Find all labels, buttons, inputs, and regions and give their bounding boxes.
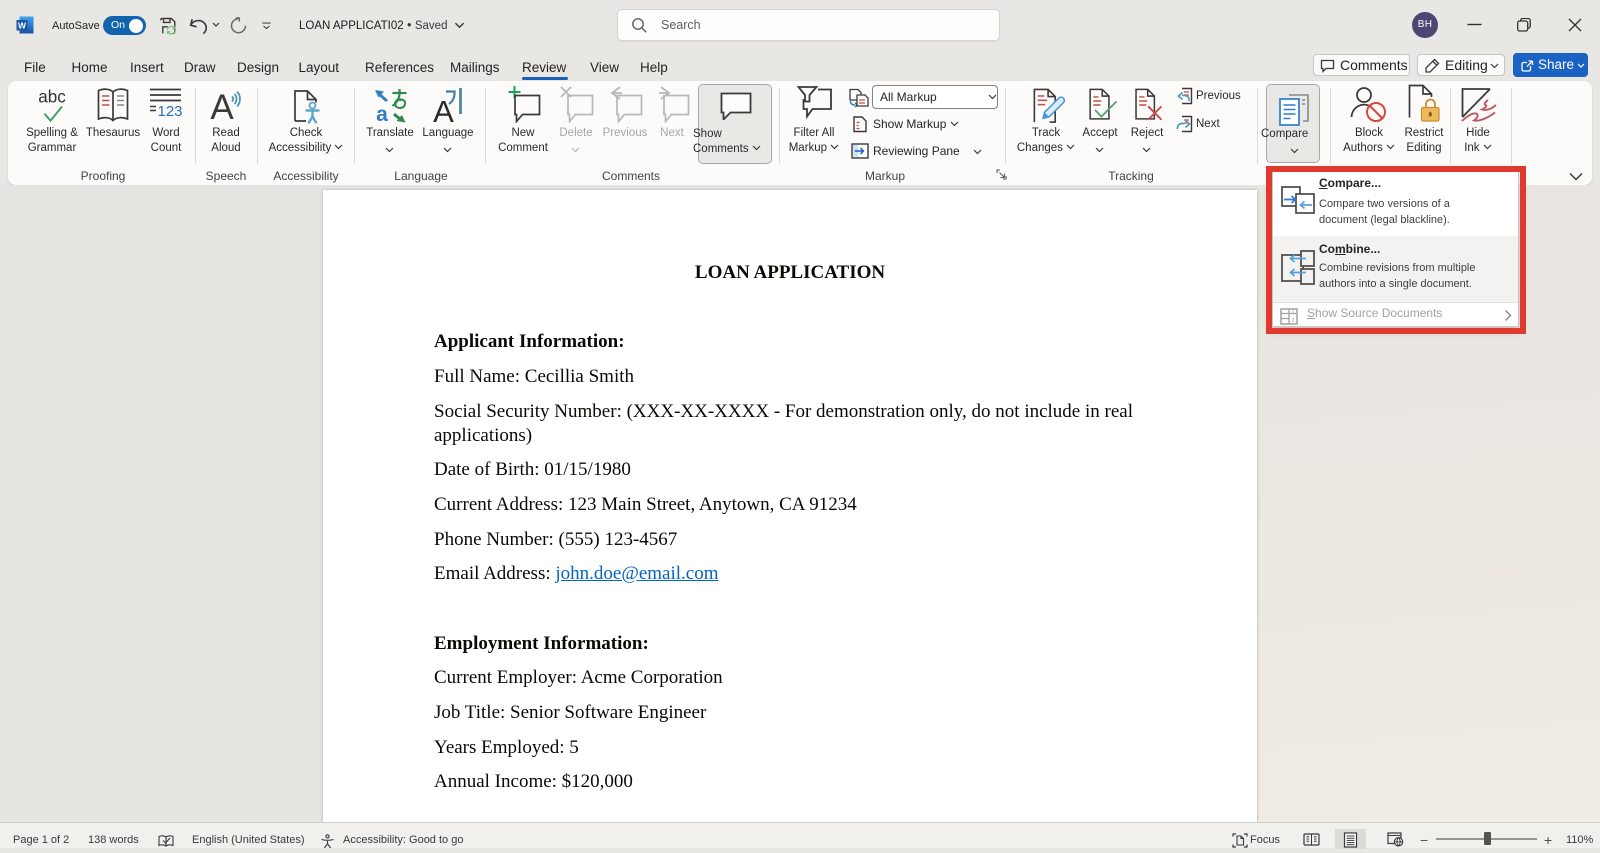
svg-text:a: a <box>376 103 388 125</box>
svg-text:A: A <box>210 88 234 125</box>
svg-text:123: 123 <box>157 103 182 120</box>
svg-text:abc: abc <box>38 88 66 106</box>
svg-text:W: W <box>18 20 27 30</box>
svg-text:A: A <box>433 94 454 125</box>
